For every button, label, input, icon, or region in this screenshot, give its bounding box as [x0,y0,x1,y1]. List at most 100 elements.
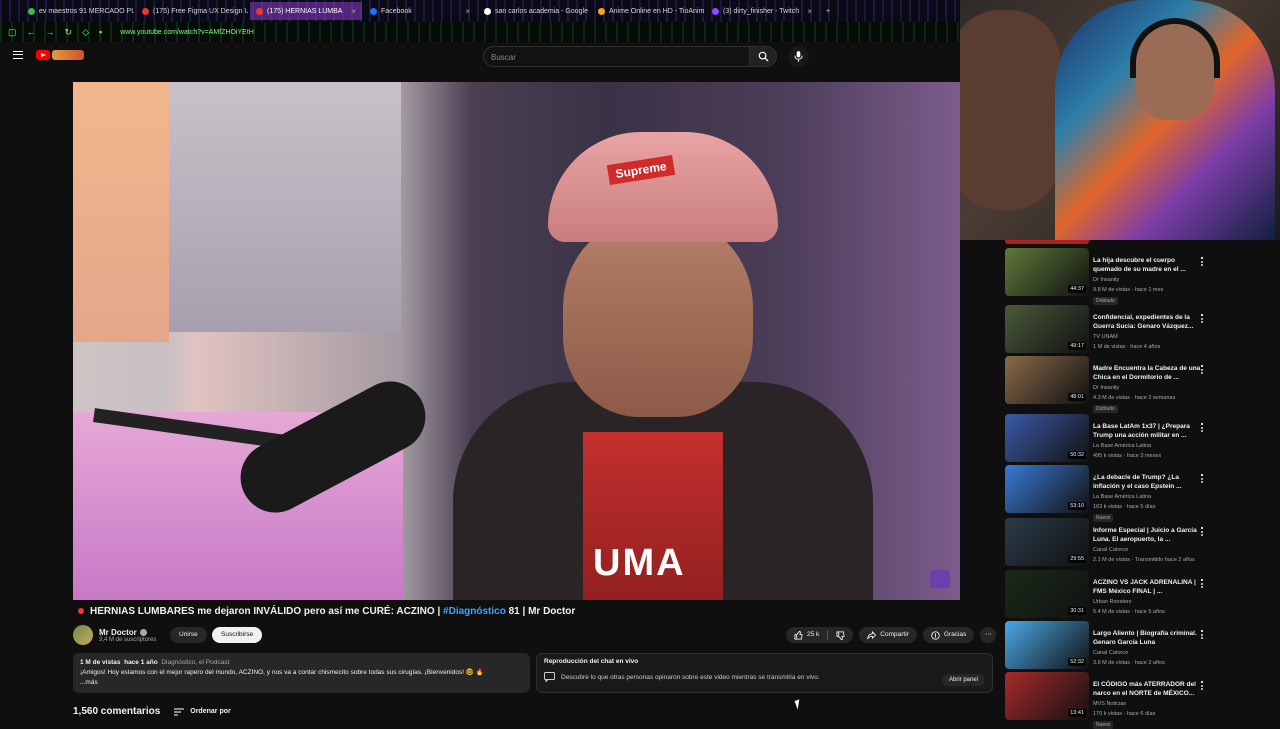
video-thumbnail[interactable]: 53:10 [1005,465,1089,513]
more-options-icon[interactable] [1201,257,1203,266]
join-button[interactable]: Unirse [170,627,207,643]
browser-tab[interactable]: ev maestros 91 MERCADO PUE× [22,2,134,20]
more-options-icon[interactable] [1201,365,1203,374]
sort-label: Ordenar por [190,708,231,715]
more-options-icon[interactable] [1201,474,1203,483]
video-thumbnail[interactable]: 44:37 [1005,248,1089,296]
thumbs-down-icon[interactable] [836,630,845,640]
youtube-logo[interactable] [36,50,84,60]
recommended-channel[interactable]: Canal Catorce [1093,547,1128,553]
recommended-title[interactable]: Informe Especial | Juicio a García Luna.… [1093,526,1203,544]
close-tab-icon[interactable]: × [351,7,356,16]
browser-tab[interactable]: Facebook × [364,2,476,20]
more-options-icon[interactable] [1201,314,1203,323]
open-panel-button[interactable]: Abrir panel [941,674,985,686]
video-thumbnail[interactable]: 48:01 [1005,356,1089,404]
recommended-video[interactable]: 29:55 Informe Especial | Juicio a García … [1005,518,1215,566]
recommended-channel[interactable]: TV UNAM [1093,334,1118,340]
browser-tab[interactable]: (175) HERNIAS LUMBA × [250,2,362,20]
recommended-badge: Doblado [1093,297,1118,305]
recommended-video[interactable]: 53:10 ¿La debacle de Trump? ¿La inflación… [1005,465,1215,522]
recommended-channel[interactable]: La Base América Latina [1093,494,1151,500]
browser-tab[interactable]: (3) dirty_finisher - Twitch × [706,2,818,20]
recommended-video[interactable]: 13:41 El CÓDIGO más ATERRADOR del narco e… [1005,672,1215,729]
browser-tab[interactable]: Anime Online en HD - TioAnim× [592,2,704,20]
recommended-video[interactable]: 50:32 La Base LatAm 1x37 | ¿Prepara Trump… [1005,414,1215,462]
more-options-icon[interactable] [1201,423,1203,432]
recommended-channel[interactable]: Dr Insanity [1093,277,1119,283]
video-duration: 53:10 [1068,502,1086,510]
video-thumbnail[interactable]: 52:32 [1005,621,1089,669]
recommended-title[interactable]: ACZINO VS JACK ADRENALINA | FMS México F… [1093,578,1203,596]
recommended-title[interactable]: Madre Encuentra la Cabeza de una Chica e… [1093,364,1203,382]
reload-icon[interactable]: ↻ [65,27,73,38]
video-thumbnail[interactable]: 30:31 [1005,570,1089,618]
video-duration: 48:01 [1068,393,1086,401]
description-box[interactable]: 1 M de vistas hace 1 año Diagnóstico, el… [73,653,530,693]
recommended-meta: 163 k vistas · hace 5 días [1093,504,1156,510]
recommended-video[interactable]: 30:31 ACZINO VS JACK ADRENALINA | FMS Méx… [1005,570,1215,618]
chat-replay-description: Descubre lo que otras personas opinaron … [561,673,820,681]
video-player[interactable]: UMA Supreme [73,82,960,600]
recommended-channel[interactable]: Dr Insanity [1093,385,1119,391]
like-button[interactable]: 25 k [786,627,854,643]
recommended-video[interactable]: 52:32 Largo Aliento | Biografía criminal.… [1005,621,1215,669]
url-field[interactable]: www.youtube.com/watch?v=AMfZHOiYEtH [120,29,254,36]
title-hashtag[interactable]: #Diagnóstico [443,606,506,617]
sort-button[interactable]: Ordenar por [174,708,231,716]
shield-icon[interactable]: ◇ [82,27,89,38]
search-input[interactable]: Buscar [483,46,749,67]
action-bar: 25 k Compartir Gracias ⋯ [786,627,997,643]
more-actions-button[interactable]: ⋯ [980,627,997,643]
browser-tab[interactable]: (175) Free Figma UX Design UI× [136,2,248,20]
youtube-header: Buscar [0,42,960,72]
recommended-title[interactable]: ¿La debacle de Trump? ¿La inflación y el… [1093,473,1203,491]
recommended-channel[interactable]: Urban Roosters [1093,599,1132,605]
show-more-link[interactable]: ...más [80,678,523,688]
recommended-video[interactable]: 48:01 Madre Encuentra la Cabeza de una Ch… [1005,356,1215,413]
close-tab-icon[interactable]: × [465,7,470,16]
voice-search-button[interactable] [788,46,809,67]
recommended-channel[interactable]: MVS Noticias [1093,701,1126,707]
title-main: HERNIAS LUMBARES me dejaron INVÁLIDO per… [90,606,444,617]
channel-avatar[interactable] [73,625,93,645]
doodle-logo [52,50,84,60]
close-tab-icon[interactable]: × [807,7,812,16]
recommended-channel[interactable]: Canal Catorce [1093,650,1128,656]
tab-favicon-icon [370,7,377,15]
tab-label: san carlos academia - Google [495,7,588,15]
subscribe-button[interactable]: Suscribirse [212,627,263,643]
recommended-title[interactable]: El CÓDIGO más ATERRADOR del narco en el … [1093,680,1203,698]
share-button[interactable]: Compartir [859,627,917,643]
thanks-button[interactable]: Gracias [922,627,975,643]
mouse-cursor-icon [794,699,803,710]
recommended-video[interactable]: 49:17 Confidencial, expedientes de la Gue… [1005,305,1215,353]
menu-icon[interactable] [13,51,23,59]
wall-panel [73,82,169,342]
recommended-video[interactable]: 44:37 La hija descubre el cuerpo quemado … [1005,248,1215,305]
channel-watermark[interactable] [930,570,950,588]
partial-thumbnail[interactable] [1005,240,1089,244]
new-tab-button[interactable]: + [820,2,840,20]
channel-name[interactable]: Mr Doctor [99,628,137,637]
search-button[interactable] [749,46,777,67]
more-options-icon[interactable] [1201,579,1203,588]
recommended-title[interactable]: Largo Aliento | Biografía criminal. Gena… [1093,629,1203,647]
forward-icon[interactable]: → [46,27,55,37]
back-icon[interactable]: ← [27,27,36,37]
recommended-channel[interactable]: La Base América Latina [1093,443,1151,449]
more-options-icon[interactable] [1201,630,1203,639]
recommended-title[interactable]: La hija descubre el cuerpo quemado de su… [1093,256,1203,274]
description-hashtags[interactable]: Diagnóstico, el Podcast [161,659,229,666]
recommended-title[interactable]: La Base LatAm 1x37 | ¿Prepara Trump una … [1093,422,1203,440]
recommended-badge: Doblado [1093,405,1118,413]
video-thumbnail[interactable]: 49:17 [1005,305,1089,353]
sidebar-icon[interactable]: ▢ [8,27,17,38]
browser-tab[interactable]: san carlos academia - Google× [478,2,590,20]
video-thumbnail[interactable]: 50:32 [1005,414,1089,462]
more-options-icon[interactable] [1201,527,1203,536]
video-thumbnail[interactable]: 13:41 [1005,672,1089,720]
video-thumbnail[interactable]: 29:55 [1005,518,1089,566]
recommended-title[interactable]: Confidencial, expedientes de la Guerra S… [1093,313,1203,331]
more-options-icon[interactable] [1201,681,1203,690]
